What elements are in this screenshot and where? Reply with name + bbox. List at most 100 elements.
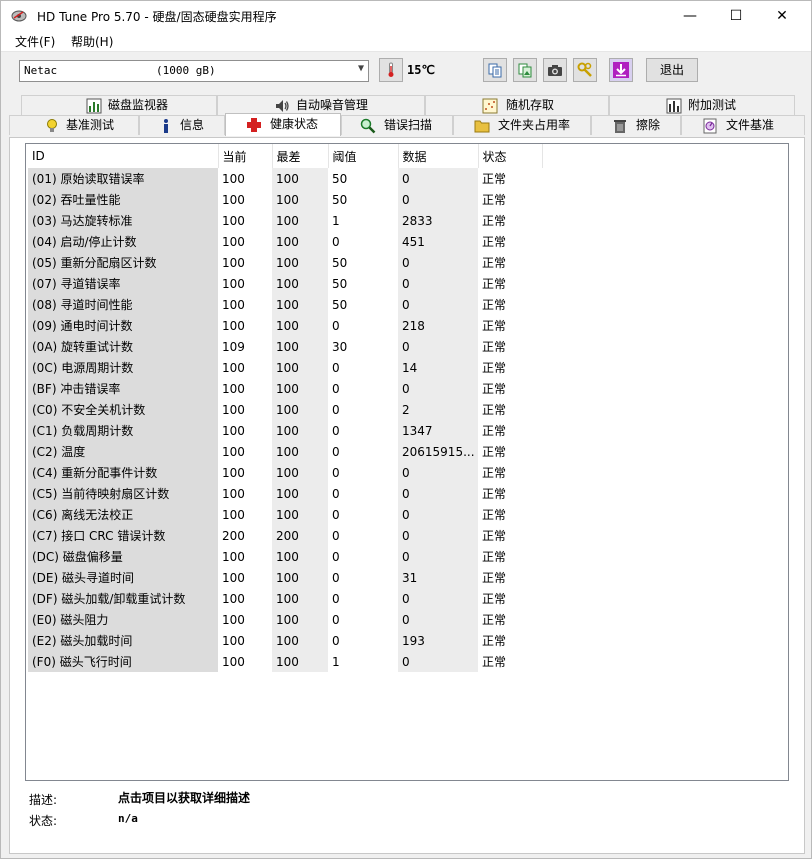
column-header-current[interactable]: 当前 <box>218 144 273 168</box>
raw-data: 0 <box>398 609 478 630</box>
smart-table: ID 当前 最差 阈值 数据 状态 (01) 原始读取错误率 100 100 50 0 正… <box>28 144 543 672</box>
tab-info[interactable]: 信息 <box>139 115 225 135</box>
raw-data: 0 <box>398 252 478 273</box>
threshold-value: 50 <box>332 276 348 291</box>
raw-data: 0 <box>398 273 478 294</box>
attribute-id: (DC) 磁盘偏移量 <box>28 546 218 567</box>
tab-random-access[interactable]: 随机存取 <box>425 95 609 115</box>
status-value: 正常 <box>482 319 507 333</box>
table-row[interactable]: (C7) 接口 CRC 错误计数 200 200 0 0 正常 <box>28 525 542 546</box>
table-row[interactable]: (C6) 离线无法校正 100 100 0 0 正常 <box>28 504 542 525</box>
table-row[interactable]: (02) 吞吐量性能 100 100 50 0 正常 <box>28 189 542 210</box>
status-value: 正常 <box>482 487 507 501</box>
raw-data: 2 <box>398 399 478 420</box>
column-header-threshold[interactable]: 阈值 <box>328 144 399 168</box>
worst-value: 100 <box>272 630 328 651</box>
minimize-button[interactable]: — <box>667 1 713 31</box>
tab-benchmark[interactable]: 基准测试 <box>9 115 139 135</box>
tab-file-benchmark[interactable]: 文件基准 <box>681 115 805 135</box>
current-value: 100 <box>222 654 245 669</box>
worst-value: 100 <box>272 420 328 441</box>
raw-data: 0 <box>398 651 478 672</box>
table-row[interactable]: (C2) 温度 100 100 0 20615915... 正常 <box>28 441 542 462</box>
attribute-id: (C2) 温度 <box>28 441 218 462</box>
attribute-id: (C0) 不安全关机计数 <box>28 399 218 420</box>
folder-icon <box>474 118 490 134</box>
raw-data: 0 <box>398 504 478 525</box>
temperature-button[interactable] <box>379 58 403 82</box>
table-row[interactable]: (0C) 电源周期计数 100 100 0 14 正常 <box>28 357 542 378</box>
threshold-value: 0 <box>332 318 340 333</box>
attribute-id: (0A) 旋转重试计数 <box>28 336 218 357</box>
worst-value: 100 <box>272 294 328 315</box>
table-row[interactable]: (03) 马达旋转标准 100 100 1 2833 正常 <box>28 210 542 231</box>
menu-file[interactable]: 文件(F) <box>15 33 55 50</box>
options-button[interactable] <box>573 58 597 82</box>
tab-folder-usage[interactable]: 文件夹占用率 <box>453 115 591 135</box>
attribute-id: (E2) 磁头加载时间 <box>28 630 218 651</box>
copy-screenshot-button[interactable] <box>513 58 537 82</box>
table-row[interactable]: (0A) 旋转重试计数 109 100 30 0 正常 <box>28 336 542 357</box>
table-row[interactable]: (C0) 不安全关机计数 100 100 0 2 正常 <box>28 399 542 420</box>
drive-select[interactable]: Netac (1000 gB) ▼ <box>19 60 369 82</box>
maximize-button[interactable]: ☐ <box>713 1 759 31</box>
column-header-worst[interactable]: 最差 <box>272 144 329 168</box>
tab-aam[interactable]: 自动噪音管理 <box>217 95 425 115</box>
raw-data: 0 <box>398 168 478 189</box>
tab-disk-monitor[interactable]: 磁盘监视器 <box>21 95 217 115</box>
table-row[interactable]: (C1) 负载周期计数 100 100 0 1347 正常 <box>28 420 542 441</box>
camera-button[interactable] <box>543 58 567 82</box>
table-row[interactable]: (C4) 重新分配事件计数 100 100 0 0 正常 <box>28 462 542 483</box>
attribute-id: (C4) 重新分配事件计数 <box>28 462 218 483</box>
smart-attribute-list[interactable]: ID 当前 最差 阈值 数据 状态 (01) 原始读取错误率 100 100 50 0 正… <box>25 143 789 781</box>
status-value: 正常 <box>482 193 507 207</box>
threshold-value: 50 <box>332 171 348 186</box>
close-button[interactable]: ✕ <box>759 1 805 31</box>
table-row[interactable]: (C5) 当前待映射扇区计数 100 100 0 0 正常 <box>28 483 542 504</box>
table-row[interactable]: (01) 原始读取错误率 100 100 50 0 正常 <box>28 168 542 189</box>
raw-data: 0 <box>398 462 478 483</box>
table-row[interactable]: (04) 启动/停止计数 100 100 0 451 正常 <box>28 231 542 252</box>
table-row[interactable]: (BF) 冲击错误率 100 100 0 0 正常 <box>28 378 542 399</box>
current-value: 100 <box>222 360 245 375</box>
worst-value: 100 <box>272 231 328 252</box>
tab-extra-tests[interactable]: 附加测试 <box>609 95 795 115</box>
tab-health[interactable]: 健康状态 <box>225 113 341 136</box>
worst-value: 100 <box>272 315 328 336</box>
table-row[interactable]: (05) 重新分配扇区计数 100 100 50 0 正常 <box>28 252 542 273</box>
lightbulb-icon <box>44 118 60 134</box>
exit-button[interactable]: 退出 <box>646 58 698 82</box>
menu-help[interactable]: 帮助(H) <box>71 33 113 50</box>
column-header-id[interactable]: ID <box>28 144 219 168</box>
table-row[interactable]: (E2) 磁头加载时间 100 100 0 193 正常 <box>28 630 542 651</box>
tab-label: 信息 <box>180 118 205 132</box>
status-value: 正常 <box>482 256 507 270</box>
description-label: 描述: <box>29 793 58 807</box>
current-value: 100 <box>222 591 245 606</box>
table-row[interactable]: (F0) 磁头飞行时间 100 100 1 0 正常 <box>28 651 542 672</box>
column-header-status[interactable]: 状态 <box>478 144 543 168</box>
worst-value: 100 <box>272 357 328 378</box>
attribute-id: (05) 重新分配扇区计数 <box>28 252 218 273</box>
copy-text-button[interactable] <box>483 58 507 82</box>
table-row[interactable]: (DE) 磁头寻道时间 100 100 0 31 正常 <box>28 567 542 588</box>
table-row[interactable]: (DF) 磁头加载/卸载重试计数 100 100 0 0 正常 <box>28 588 542 609</box>
column-header-data[interactable]: 数据 <box>398 144 479 168</box>
table-row[interactable]: (07) 寻道错误率 100 100 50 0 正常 <box>28 273 542 294</box>
tab-error-scan[interactable]: 错误扫描 <box>341 115 453 135</box>
tab-erase[interactable]: 擦除 <box>591 115 681 135</box>
save-button[interactable] <box>609 58 633 82</box>
attribute-id: (E0) 磁头阻力 <box>28 609 218 630</box>
table-row[interactable]: (E0) 磁头阻力 100 100 0 0 正常 <box>28 609 542 630</box>
table-row[interactable]: (09) 通电时间计数 100 100 0 218 正常 <box>28 315 542 336</box>
table-row[interactable]: (08) 寻道时间性能 100 100 50 0 正常 <box>28 294 542 315</box>
raw-data: 2833 <box>398 210 478 231</box>
attribute-id: (03) 马达旋转标准 <box>28 210 218 231</box>
attribute-id: (BF) 冲击错误率 <box>28 378 218 399</box>
trash-icon <box>612 118 628 134</box>
table-row[interactable]: (DC) 磁盘偏移量 100 100 0 0 正常 <box>28 546 542 567</box>
worst-value: 100 <box>272 441 328 462</box>
raw-data: 20615915... <box>398 441 478 462</box>
copy-icon <box>488 63 502 78</box>
threshold-value: 0 <box>332 507 340 522</box>
